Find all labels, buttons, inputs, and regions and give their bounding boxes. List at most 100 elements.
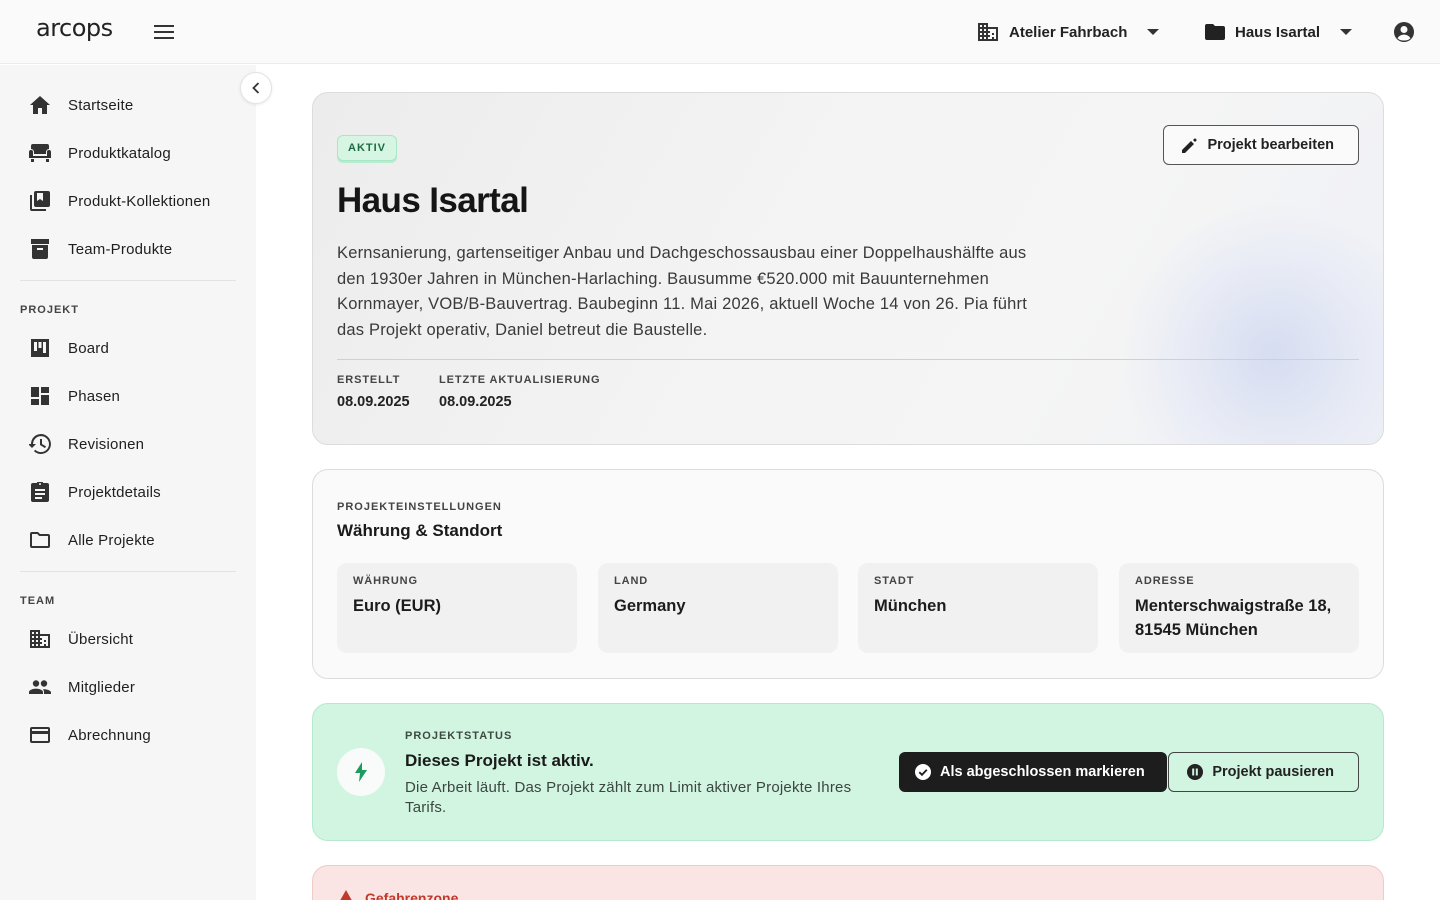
decorative-glow — [1123, 204, 1383, 444]
sidebar-item-label: Mitglieder — [68, 678, 136, 696]
tile-label: ADRESSE — [1135, 575, 1195, 587]
pause-circle-icon — [1187, 764, 1204, 780]
sidebar-item-label: Alle Projekte — [68, 531, 155, 549]
danger-zone-header: Gefahrenzone — [337, 890, 458, 900]
caret-down-icon — [1147, 29, 1160, 35]
project-selector-label: Haus Isartal — [1235, 23, 1321, 41]
updated-meta: LETZTE AKTUALISIERUNG 08.09.2025 — [439, 374, 601, 410]
project-selector[interactable]: Haus Isartal — [1205, 18, 1353, 46]
edit-project-label: Projekt bearbeiten — [1207, 137, 1334, 153]
bolt-icon — [355, 762, 367, 782]
sidebar-item-revisionen[interactable]: Revisionen — [20, 424, 236, 464]
sidebar-section-team: TEAM — [20, 595, 56, 607]
top-bar: arcops Atelier Fahrbach Haus Isartal — [0, 0, 1440, 64]
sidebar: Startseite Produktkatalog Produkt-Kollek… — [0, 65, 256, 900]
tile-label: WÄHRUNG — [353, 575, 418, 587]
folder-icon — [1205, 24, 1225, 40]
tile-value: Euro (EUR) — [353, 597, 441, 615]
archive-icon — [31, 239, 49, 259]
sidebar-item-projektdetails[interactable]: Projektdetails — [20, 472, 236, 512]
sidebar-item-label: Board — [68, 339, 110, 357]
tile-value: München — [874, 597, 947, 615]
status-title: Dieses Projekt ist aktiv. — [405, 751, 594, 770]
sidebar-item-label: Revisionen — [68, 435, 145, 453]
bolt-badge — [337, 748, 385, 796]
org-selector-label: Atelier Fahrbach — [1009, 23, 1128, 41]
sidebar-item-abrechnung[interactable]: Abrechnung — [20, 715, 236, 755]
page-title: Haus Isartal — [337, 181, 529, 220]
mark-complete-button[interactable]: Als abgeschlossen markieren — [899, 752, 1167, 792]
account-button[interactable] — [1392, 20, 1416, 44]
city-tile: STADT München — [858, 563, 1098, 653]
tile-value: Menterschwaigstraße 18, 81545 München — [1135, 597, 1332, 639]
project-status-card: PROJEKTSTATUS Dieses Projekt ist aktiv. … — [312, 703, 1384, 841]
updated-value: 08.09.2025 — [439, 394, 512, 410]
pause-project-button[interactable]: Projekt pausieren — [1168, 752, 1359, 792]
sidebar-item-label: Übersicht — [68, 630, 134, 648]
project-overview-card: AKTIV Projekt bearbeiten Haus Isartal Ke… — [312, 92, 1384, 445]
warning-icon — [340, 890, 352, 900]
sidebar-item-label: Produktkatalog — [68, 144, 171, 162]
collapse-sidebar-button[interactable] — [240, 72, 272, 104]
chevron-left-icon — [252, 82, 260, 94]
library-icon — [30, 191, 50, 211]
building-icon — [30, 630, 50, 648]
people-icon — [29, 680, 51, 694]
dashboard-icon — [31, 387, 49, 405]
sidebar-item-label: Startseite — [68, 96, 134, 114]
check-circle-icon — [915, 764, 931, 780]
status-description: Die Arbeit läuft. Das Projekt zählt zum … — [405, 779, 852, 816]
hamburger-icon — [154, 25, 174, 39]
country-tile: LAND Germany — [598, 563, 838, 653]
pencil-icon — [1182, 137, 1198, 153]
app-logo[interactable]: arcops — [36, 14, 113, 42]
pause-project-label: Projekt pausieren — [1212, 764, 1334, 780]
home-icon — [30, 96, 50, 114]
sidebar-item-produktkatalog[interactable]: Produktkatalog — [20, 133, 236, 173]
edit-project-button[interactable]: Projekt bearbeiten — [1163, 125, 1359, 165]
mark-complete-label: Als abgeschlossen markieren — [940, 764, 1145, 780]
created-value: 08.09.2025 — [337, 394, 410, 410]
tile-value: Germany — [614, 597, 686, 615]
account-circle-icon — [1394, 22, 1414, 42]
created-meta: ERSTELLT 08.09.2025 — [337, 374, 410, 410]
section-kicker: PROJEKTEINSTELLUNGEN — [337, 501, 502, 513]
sidebar-item-label: Abrechnung — [68, 726, 151, 744]
sidebar-item-startseite[interactable]: Startseite — [20, 85, 236, 125]
tile-label: LAND — [614, 575, 649, 587]
sidebar-item-label: Team-Produkte — [68, 240, 173, 258]
divider — [337, 359, 1359, 360]
sidebar-item-label: Produkt-Kollektionen — [68, 192, 211, 210]
sidebar-item-label: Phasen — [68, 387, 121, 405]
danger-zone-title: Gefahrenzone — [365, 890, 459, 900]
sidebar-item-team-produkte[interactable]: Team-Produkte — [20, 229, 236, 269]
menu-button[interactable] — [150, 20, 178, 44]
sidebar-item-phasen[interactable]: Phasen — [20, 376, 236, 416]
status-badge: AKTIV — [337, 135, 397, 161]
sidebar-item-uebersicht[interactable]: Übersicht — [20, 619, 236, 659]
folder-outline-icon — [30, 532, 50, 548]
sidebar-section-projekt: PROJEKT — [20, 304, 79, 316]
address-tile: ADRESSE Menterschwaigstraße 18, 81545 Mü… — [1119, 563, 1359, 653]
org-selector[interactable]: Atelier Fahrbach — [977, 18, 1160, 46]
sidebar-item-board[interactable]: Board — [20, 328, 236, 368]
building-icon — [978, 23, 998, 41]
project-settings-card: PROJEKTEINSTELLUNGEN Währung & Standort … — [312, 469, 1384, 679]
created-label: ERSTELLT — [337, 374, 401, 386]
credit-card-icon — [30, 727, 50, 743]
sidebar-item-mitglieder[interactable]: Mitglieder — [20, 667, 236, 707]
updated-label: LETZTE AKTUALISIERUNG — [439, 374, 601, 386]
sidebar-item-alle-projekte[interactable]: Alle Projekte — [20, 520, 236, 560]
history-icon — [29, 434, 51, 454]
caret-down-icon — [1340, 29, 1353, 35]
sofa-icon — [29, 144, 51, 162]
tile-label: STADT — [874, 575, 915, 587]
project-description: Kernsanierung, gartenseitiger Anbau und … — [337, 244, 1028, 340]
sidebar-item-label: Projektdetails — [68, 483, 161, 501]
status-kicker: PROJEKTSTATUS — [405, 730, 513, 742]
danger-zone-card: Gefahrenzone — [312, 865, 1384, 900]
sidebar-item-produkt-kollektionen[interactable]: Produkt-Kollektionen — [20, 181, 236, 221]
clipboard-icon — [31, 482, 49, 502]
sidebar-divider — [20, 571, 236, 572]
section-title: Währung & Standort — [337, 521, 503, 540]
